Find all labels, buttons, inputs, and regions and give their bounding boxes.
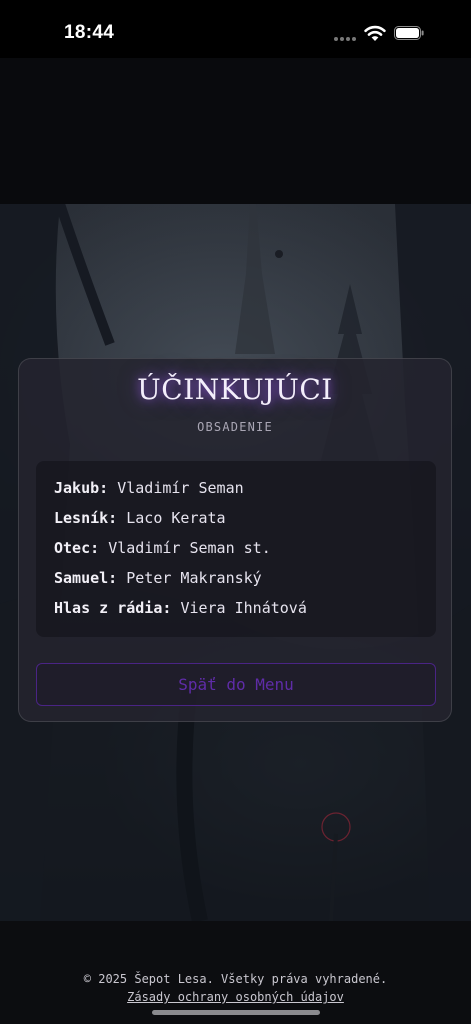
cast-list: Jakub: Vladimír Seman Lesník: Laco Kerat… [36, 461, 436, 637]
cast-row: Jakub: Vladimír Seman [54, 479, 436, 509]
cast-role: Hlas z rádia: [54, 599, 172, 617]
cast-actor: Vladimír Seman st. [108, 539, 271, 557]
footer-copyright: © 2025 Šepot Lesa. Všetky práva vyhraden… [83, 972, 388, 986]
back-to-menu-button[interactable]: Späť do Menu [36, 663, 436, 706]
cast-role: Samuel: [54, 569, 118, 587]
top-backdrop [0, 58, 471, 204]
cast-row: Hlas z rádia: Viera Ihnátová [54, 599, 436, 629]
card-subtitle: OBSADENIE [197, 420, 273, 434]
cellular-signal-icon [334, 37, 358, 41]
cast-role: Lesník: [54, 509, 118, 527]
cast-actor: Vladimír Seman [117, 479, 244, 497]
cast-actor: Peter Makranský [126, 569, 262, 587]
cast-role: Otec: [54, 539, 100, 557]
cast-card: ÚČINKUJÚCI OBSADENIE Jakub: Vladimír Sem… [18, 358, 452, 722]
wifi-icon [364, 25, 386, 41]
cast-role: Jakub: [54, 479, 109, 497]
privacy-policy-link[interactable]: Zásady ochrany osobných údajov [0, 990, 471, 1004]
cast-row: Samuel: Peter Makranský [54, 569, 436, 599]
cast-actor: Viera Ihnátová [180, 599, 307, 617]
cast-row: Lesník: Laco Kerata [54, 509, 436, 539]
status-time: 18:44 [64, 22, 115, 43]
battery-icon [394, 26, 424, 40]
home-indicator[interactable] [152, 1010, 320, 1015]
cast-row: Otec: Vladimír Seman st. [54, 539, 436, 569]
status-bar: 18:44 [0, 0, 471, 58]
card-title: ÚČINKUJÚCI [137, 373, 333, 406]
cast-actor: Laco Kerata [126, 509, 226, 527]
